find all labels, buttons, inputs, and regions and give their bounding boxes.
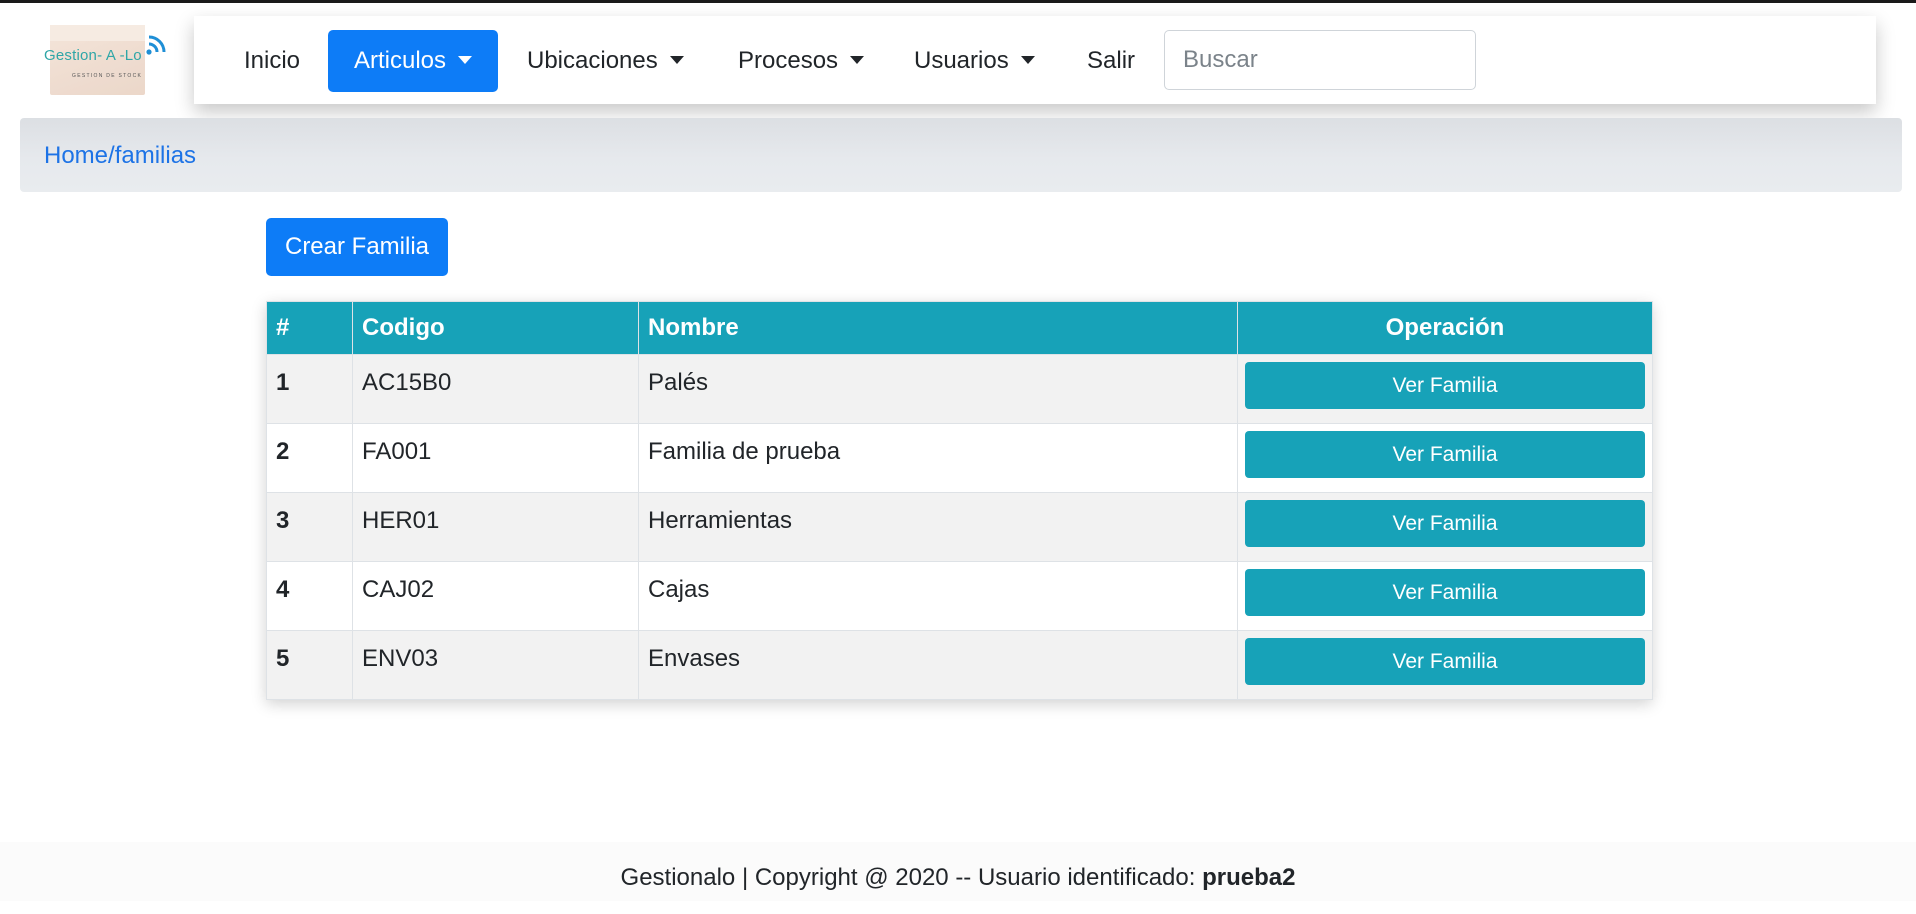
- row-nombre: Cajas: [638, 561, 1238, 631]
- nav-articulos-dropdown[interactable]: Articulos: [328, 30, 499, 92]
- row-codigo: CAJ02: [352, 561, 639, 631]
- caret-down-icon: [850, 56, 865, 64]
- table-row: 2 FA001 Familia de prueba Ver Familia: [266, 423, 1653, 493]
- footer-username: prueba2: [1202, 864, 1296, 891]
- row-nombre: Familia de prueba: [638, 423, 1238, 493]
- row-number: 3: [266, 492, 353, 562]
- breadcrumb: Home/familias: [20, 118, 1902, 192]
- column-header-operacion: Operación: [1237, 301, 1653, 355]
- row-codigo: ENV03: [352, 630, 639, 700]
- row-number: 1: [266, 354, 353, 424]
- brand-name: Gestion- A -Lo: [44, 47, 142, 64]
- table-row: 1 AC15B0 Palés Ver Familia: [266, 354, 1653, 424]
- caret-down-icon: [669, 56, 684, 64]
- row-operation: Ver Familia: [1237, 354, 1653, 424]
- footer-copyright: Gestionalo | Copyright @ 2020 -- Usuario…: [620, 864, 1203, 891]
- row-codigo: AC15B0: [352, 354, 639, 424]
- column-header-codigo: Codigo: [352, 301, 639, 355]
- row-nombre: Herramientas: [638, 492, 1238, 562]
- nav-salir-label: Salir: [1087, 47, 1136, 74]
- caret-down-icon: [1020, 56, 1035, 64]
- wifi-signal-icon: [146, 35, 166, 55]
- row-operation: Ver Familia: [1237, 630, 1653, 700]
- row-nombre: Palés: [638, 354, 1238, 424]
- nav-usuarios-dropdown[interactable]: Usuarios: [914, 30, 1035, 92]
- row-number: 5: [266, 630, 353, 700]
- nav-ubicaciones-label: Ubicaciones: [527, 47, 658, 74]
- row-nombre: Envases: [638, 630, 1238, 700]
- caret-down-icon: [458, 56, 473, 64]
- page-footer: Gestionalo | Copyright @ 2020 -- Usuario…: [0, 842, 1916, 901]
- nav-usuarios-label: Usuarios: [914, 47, 1009, 74]
- table-row: 5 ENV03 Envases Ver Familia: [266, 630, 1653, 700]
- table-header-row: # Codigo Nombre Operación: [266, 301, 1653, 355]
- view-family-button[interactable]: Ver Familia: [1245, 569, 1645, 616]
- view-family-button[interactable]: Ver Familia: [1245, 431, 1645, 478]
- search-input[interactable]: [1164, 30, 1476, 90]
- row-operation: Ver Familia: [1237, 492, 1653, 562]
- nav-ubicaciones-dropdown[interactable]: Ubicaciones: [527, 30, 684, 92]
- families-table: # Codigo Nombre Operación 1 AC15B0 Palés…: [266, 301, 1653, 700]
- window-top-border: [0, 0, 1916, 3]
- families-table-container: # Codigo Nombre Operación 1 AC15B0 Palés…: [266, 301, 1653, 700]
- view-family-button[interactable]: Ver Familia: [1245, 362, 1645, 409]
- breadcrumb-link[interactable]: Home/familias: [44, 118, 196, 194]
- create-family-button[interactable]: Crear Familia: [266, 218, 448, 276]
- brand-tagline: GESTION DE STOCK: [72, 73, 143, 79]
- view-family-button[interactable]: Ver Familia: [1245, 638, 1645, 685]
- nav-procesos-label: Procesos: [738, 47, 839, 74]
- table-row: 4 CAJ02 Cajas Ver Familia: [266, 561, 1653, 631]
- row-codigo: FA001: [352, 423, 639, 493]
- nav-inicio-label: Inicio: [244, 47, 301, 74]
- top-navbar: Inicio Articulos Ubicaciones Procesos Us…: [194, 16, 1876, 104]
- nav-articulos-label: Articulos: [354, 47, 447, 74]
- row-number: 4: [266, 561, 353, 631]
- nav-salir[interactable]: Salir: [1087, 30, 1135, 92]
- nav-inicio[interactable]: Inicio: [244, 30, 300, 92]
- view-family-button[interactable]: Ver Familia: [1245, 500, 1645, 547]
- column-header-nombre: Nombre: [638, 301, 1238, 355]
- column-header-number: #: [266, 301, 353, 355]
- table-row: 3 HER01 Herramientas Ver Familia: [266, 492, 1653, 562]
- row-codigo: HER01: [352, 492, 639, 562]
- row-operation: Ver Familia: [1237, 423, 1653, 493]
- brand-logo[interactable]: Gestion- A -Lo GESTION DE STOCK: [40, 20, 175, 100]
- row-number: 2: [266, 423, 353, 493]
- row-operation: Ver Familia: [1237, 561, 1653, 631]
- nav-procesos-dropdown[interactable]: Procesos: [738, 30, 865, 92]
